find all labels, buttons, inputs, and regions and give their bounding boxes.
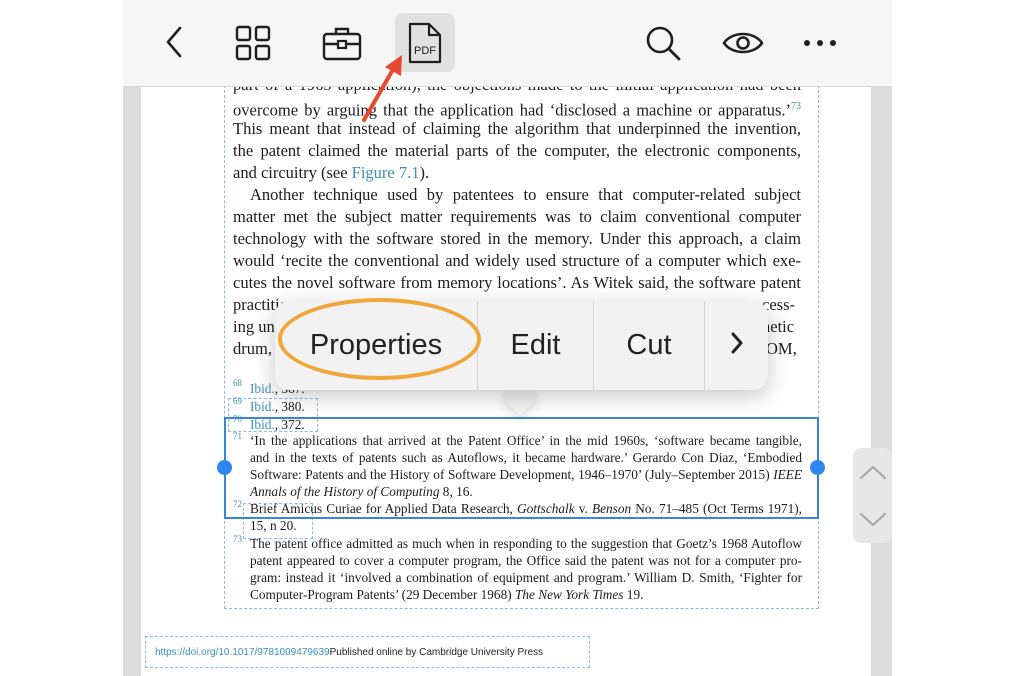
figure-link-tail: ). xyxy=(419,163,430,182)
body-line-7: matter met the subject matter requiremen… xyxy=(233,207,801,226)
menu-more-button[interactable] xyxy=(705,301,768,390)
search-button[interactable] xyxy=(639,19,687,67)
body-line-10: cutes the novel software from memory loc… xyxy=(233,273,801,292)
footnote-73-line-4: Computer-Program Patents’ (29 December 1… xyxy=(250,586,802,603)
footnote-73-page: 19. xyxy=(623,587,644,602)
body-line-5-text: and circuitry (see xyxy=(233,163,348,182)
footnote-73-line-1: The patent office admitted as much when … xyxy=(250,536,802,551)
page-up-button[interactable] xyxy=(853,448,892,495)
annotation-arrow xyxy=(362,55,402,122)
menu-item-cut[interactable]: Cut xyxy=(594,301,704,390)
selection-handle-right[interactable] xyxy=(810,460,825,475)
footnote-73-line-3: gram: instead it ‘involved a combination… xyxy=(250,570,802,585)
page-gutter-right xyxy=(871,86,892,676)
footnote-69-ibid[interactable]: Ibid. xyxy=(250,399,275,414)
body-line-2-text: overcome by arguing that the application… xyxy=(233,100,791,120)
left-margin xyxy=(0,0,123,676)
footnote-69-number: 69 xyxy=(233,396,242,406)
body-right-fragment-1: cess- xyxy=(762,295,795,314)
footnote-73-line-2: patent appeared to cover a computer prog… xyxy=(250,553,802,568)
body-right-fragment-3: OM, xyxy=(766,339,797,358)
footnote-72-line-2: 15, n 20. xyxy=(250,518,297,533)
body-line-5: and circuitry (see Figure 7.1). xyxy=(233,162,801,184)
page-gutter-left xyxy=(123,86,141,676)
app-window: part of a 1965 application), the objecti… xyxy=(0,0,1014,676)
chevron-right-icon xyxy=(729,329,745,362)
body-line-4: the patent claimed the material parts of… xyxy=(233,141,801,160)
page-down-button[interactable] xyxy=(853,496,892,543)
doi-link[interactable]: https://doi.org/10.1017/9781009479639 xyxy=(155,647,330,658)
figure-link[interactable]: Figure 7.1 xyxy=(352,163,420,182)
more-button[interactable] xyxy=(799,19,841,67)
menu-item-edit[interactable]: Edit xyxy=(478,301,593,390)
right-margin xyxy=(892,0,1014,676)
footnote-73-text: Computer-Program Patents’ (29 December 1… xyxy=(250,587,515,602)
footnote-69-text: , 380. xyxy=(274,399,305,414)
body-line-6: Another technique used by patentees to e… xyxy=(250,185,801,204)
chevron-left-icon xyxy=(163,25,185,59)
footnote-73-number: 73 xyxy=(233,534,242,544)
body-line-9: would ‘recite the conventional and widel… xyxy=(233,251,801,270)
footnote-68-number: 68 xyxy=(233,378,242,388)
footnote-73-newspaper: The New York Times xyxy=(514,587,624,602)
search-icon xyxy=(644,24,682,62)
grid-icon xyxy=(234,24,272,62)
footnote-68-ibid[interactable]: Ibid. xyxy=(250,381,275,396)
top-toolbar: PDF xyxy=(123,0,892,87)
body-line-8: technology with the software stored in t… xyxy=(233,229,801,248)
text-selection-box[interactable] xyxy=(224,417,819,519)
selection-handle-left[interactable] xyxy=(217,460,232,475)
doi-footer: https://doi.org/10.1017/9781009479639 Pu… xyxy=(145,636,590,668)
thumbnails-button[interactable] xyxy=(229,19,277,67)
page-scroller xyxy=(853,448,892,543)
reading-mode-button[interactable] xyxy=(718,19,768,67)
note-73-ref[interactable]: 73 xyxy=(791,101,801,112)
body-line-3: This meant that instead of claiming the … xyxy=(233,119,801,138)
more-dots-icon xyxy=(803,39,837,47)
chevron-up-icon xyxy=(859,464,887,480)
chevron-down-icon xyxy=(859,512,887,528)
body-right-fragment-2: netic xyxy=(762,317,795,336)
back-button[interactable] xyxy=(153,17,195,67)
pdf-icon-label: PDF xyxy=(414,45,436,57)
eye-icon xyxy=(722,28,764,58)
highlight-ring-annotation xyxy=(278,298,481,380)
publisher-note: Published online by Cambridge University… xyxy=(329,646,544,658)
